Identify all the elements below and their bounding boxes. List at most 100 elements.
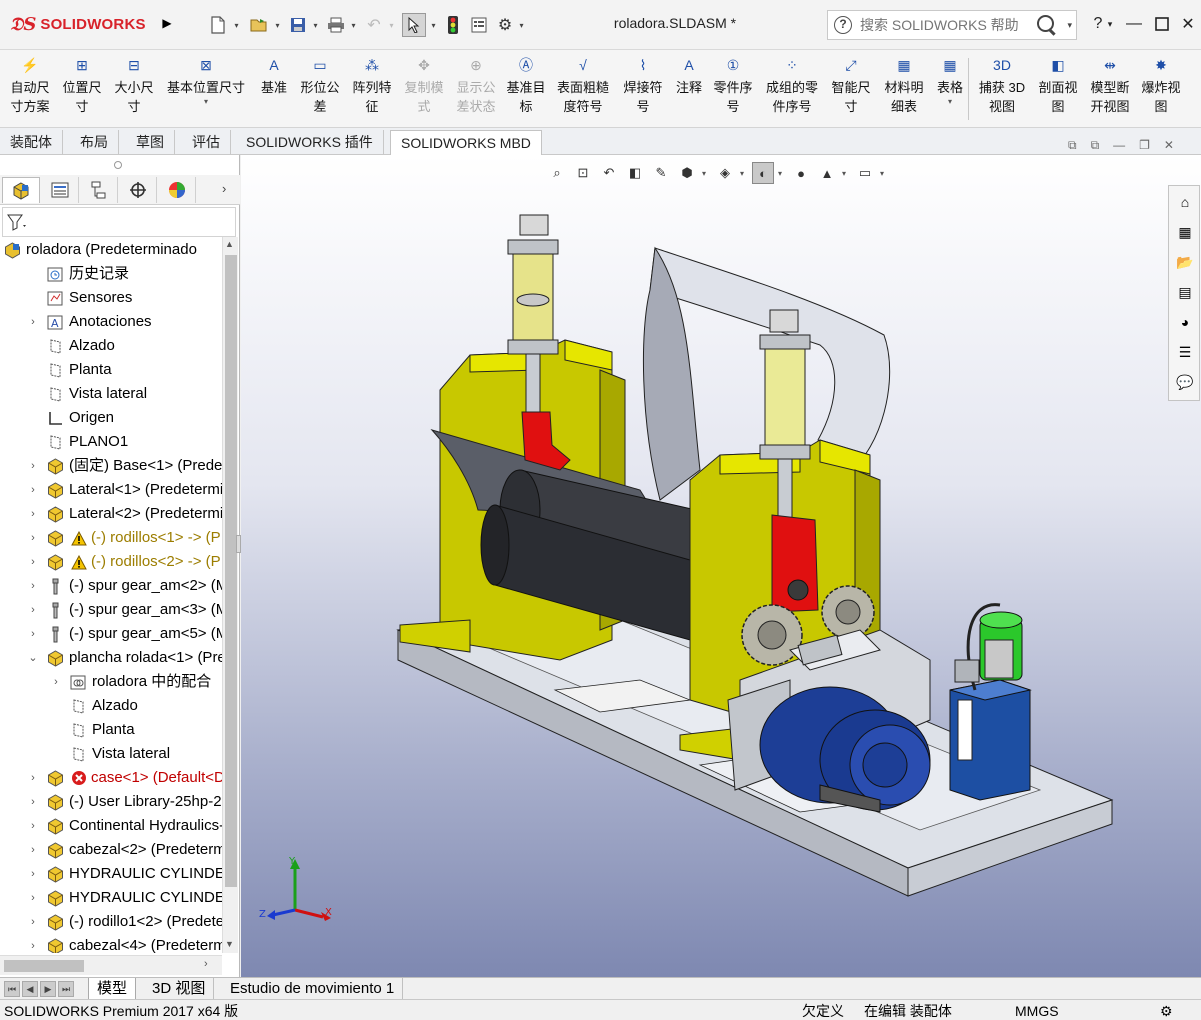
expand-arrow-icon[interactable]: › xyxy=(27,526,39,550)
display-style-icon[interactable]: ◈ xyxy=(714,162,736,184)
view-orientation-icon[interactable]: ⬢ xyxy=(676,162,698,184)
expand-arrow-icon[interactable]: › xyxy=(27,310,39,334)
tree-item[interactable]: Alzado xyxy=(0,694,222,718)
save-icon[interactable] xyxy=(286,13,310,37)
ribbon-button-bom[interactable]: ▦ 材料明 细表 xyxy=(880,54,928,124)
hide-show-items-icon[interactable]: ◐ xyxy=(752,162,774,184)
tree-item[interactable]: › (-) spur gear_am<3> (M xyxy=(0,598,222,622)
tree-item[interactable]: Sensores xyxy=(0,286,222,310)
tree-item[interactable]: Origen xyxy=(0,406,222,430)
ribbon-dropdown-caret[interactable]: ▾ xyxy=(204,97,208,107)
expand-arrow-icon[interactable]: › xyxy=(27,934,39,953)
new-dropdown-caret[interactable]: ▾ xyxy=(231,13,241,37)
ribbon-button-auto-dimension[interactable]: ⚡ 自动尺 寸方案 xyxy=(6,54,54,124)
tab-5[interactable]: SOLIDWORKS MBD xyxy=(390,130,542,155)
scroll-down-arrow-icon[interactable]: ▼ xyxy=(225,939,234,949)
tree-item[interactable]: roladora (Predeterminado xyxy=(0,238,222,262)
expand-arrow-icon[interactable]: ⌄ xyxy=(27,646,39,670)
ribbon-button-pattern-feature[interactable]: ⁂ 阵列特 征 xyxy=(348,54,396,124)
bottom-tab-2[interactable]: Estudio de movimiento 1 xyxy=(222,978,404,1000)
solidworks-logo[interactable]: 𝔇S SOLIDWORKS xyxy=(10,10,146,38)
expand-arrow-icon[interactable]: › xyxy=(27,862,39,886)
tree-item[interactable]: Alzado xyxy=(0,334,222,358)
status-units[interactable]: MMGS xyxy=(1015,1000,1059,1020)
rebuild-traffic-light-icon[interactable] xyxy=(442,13,464,37)
edit-appearance-icon[interactable]: ● xyxy=(790,162,812,184)
display-style-caret[interactable]: ▾ xyxy=(740,169,748,178)
ribbon-button-datum-target[interactable]: Ⓐ 基准目 标 xyxy=(504,54,548,124)
view-settings-caret[interactable]: ▾ xyxy=(880,169,888,178)
open-dropdown-caret[interactable]: ▾ xyxy=(272,13,282,37)
configuration-manager-tab[interactable] xyxy=(80,177,118,203)
tree-item[interactable]: Planta xyxy=(0,718,222,742)
appearances-scenes-icon[interactable]: ◕ xyxy=(1172,309,1198,335)
last-tab-arrow-icon[interactable]: ⏭ xyxy=(58,981,74,997)
ribbon-button-copy-scheme[interactable]: ✥ 复制模 式 xyxy=(400,54,448,124)
graphics-area[interactable]: ⌕ ⊡ ↶ ◧ ✎ ⬢ ▾ ◈ ▾ ◐ ▾ ● ▲ ▾ ▭ ▾ Y X Z xyxy=(241,155,1201,977)
view-orientation-caret[interactable]: ▾ xyxy=(702,169,710,178)
apply-scene-icon[interactable]: ▲ xyxy=(816,162,838,184)
tree-item[interactable]: 历史记录 xyxy=(0,262,222,286)
tree-item[interactable]: › cabezal<4> (Predeterm xyxy=(0,934,222,953)
hide-show-caret[interactable]: ▾ xyxy=(778,169,786,178)
ribbon-dropdown-caret[interactable]: ▾ xyxy=(948,97,952,107)
tree-item[interactable]: Vista lateral xyxy=(0,382,222,406)
tree-item[interactable]: › A Anotaciones xyxy=(0,310,222,334)
property-manager-tab[interactable] xyxy=(41,177,79,203)
tree-item[interactable]: › Lateral<1> (Predetermi xyxy=(0,478,222,502)
expand-arrow-icon[interactable]: › xyxy=(27,766,39,790)
expand-arrow-icon[interactable]: › xyxy=(27,814,39,838)
ribbon-button-note[interactable]: A 注释 xyxy=(672,54,706,124)
ribbon-button-weld-symbol[interactable]: ⌇ 焊接符 号 xyxy=(618,54,668,124)
tree-item[interactable]: › cabezal<2> (Predeterm xyxy=(0,838,222,862)
doc-restore-right-icon[interactable]: ⧉ xyxy=(1091,138,1100,152)
zoom-to-area-icon[interactable]: ⊡ xyxy=(572,162,594,184)
tree-item[interactable]: › (-) User Library-25hp-28 xyxy=(0,790,222,814)
doc-minimize-icon[interactable]: — xyxy=(1113,138,1125,152)
close-icon[interactable]: ✕ xyxy=(1176,12,1200,36)
ribbon-button-datum[interactable]: A 基准 xyxy=(256,54,292,124)
more-tabs-arrow-icon[interactable]: › xyxy=(222,181,226,196)
search-icon[interactable] xyxy=(1036,14,1058,36)
apply-scene-caret[interactable]: ▾ xyxy=(842,169,850,178)
tab-1[interactable]: 布局 xyxy=(70,130,119,155)
print-dropdown-caret[interactable]: ▾ xyxy=(348,13,358,37)
bottom-tab-1[interactable]: 3D 视图 xyxy=(144,978,215,1000)
ribbon-button-basic-location-dimension[interactable]: ⊠ 基本位置尺寸 ▾ xyxy=(162,54,250,124)
tab-2[interactable]: 草图 xyxy=(126,130,175,155)
tree-horizontal-scrollbar[interactable]: › xyxy=(0,955,222,975)
tree-item[interactable]: › HYDRAULIC CYLINDER< xyxy=(0,862,222,886)
help-search-box[interactable]: ? ▾ xyxy=(827,10,1077,40)
next-tab-arrow-icon[interactable]: ▶ xyxy=(40,981,56,997)
ribbon-button-section-view[interactable]: ◧ 剖面视 图 xyxy=(1034,54,1082,124)
select-dropdown-caret[interactable]: ▾ xyxy=(428,13,438,37)
tree-item[interactable]: › Continental Hydraulics- xyxy=(0,814,222,838)
view-settings-icon[interactable]: ▭ xyxy=(854,162,876,184)
options-dropdown-caret[interactable]: ▾ xyxy=(516,13,526,37)
ribbon-button-geometric-tolerance[interactable]: ▭ 形位公 差 xyxy=(296,54,344,124)
ribbon-button-table[interactable]: ▦ 表格 ▾ xyxy=(932,54,968,124)
ribbon-button-surface-finish[interactable]: √ 表面粗糙 度符号 xyxy=(552,54,614,124)
file-explorer-icon[interactable]: 📂 xyxy=(1172,249,1198,275)
previous-view-icon[interactable]: ↶ xyxy=(598,162,620,184)
tree-item[interactable]: ⌄ plancha rolada<1> (Pre xyxy=(0,646,222,670)
tree-item[interactable]: › Lateral<2> (Predetermi xyxy=(0,502,222,526)
help-search-input[interactable] xyxy=(860,17,1020,33)
help-dropdown-caret[interactable]: ▾ xyxy=(1104,12,1116,36)
maximize-icon[interactable] xyxy=(1150,12,1174,36)
design-library-icon[interactable]: ▦ xyxy=(1172,219,1198,245)
view-palette-icon[interactable]: ▤ xyxy=(1172,279,1198,305)
print-icon[interactable] xyxy=(324,13,348,37)
search-dropdown-caret[interactable]: ▾ xyxy=(1067,20,1072,31)
file-properties-icon[interactable] xyxy=(468,13,490,37)
expand-arrow-icon[interactable]: › xyxy=(27,598,39,622)
doc-close-icon[interactable]: ✕ xyxy=(1164,138,1174,152)
expand-arrow-icon[interactable]: › xyxy=(27,838,39,862)
expand-arrow-icon[interactable]: › xyxy=(50,670,62,694)
expand-arrow-icon[interactable]: › xyxy=(27,550,39,574)
dynamic-annotation-icon[interactable]: ✎ xyxy=(650,162,672,184)
prev-tab-arrow-icon[interactable]: ◀ xyxy=(22,981,38,997)
ribbon-button-stacked-balloon[interactable]: ⁘ 成组的零 件序号 xyxy=(760,54,824,124)
status-rebuild-icon[interactable]: ⚙ xyxy=(1160,1000,1173,1020)
tree-filter-bar[interactable] xyxy=(2,207,236,237)
